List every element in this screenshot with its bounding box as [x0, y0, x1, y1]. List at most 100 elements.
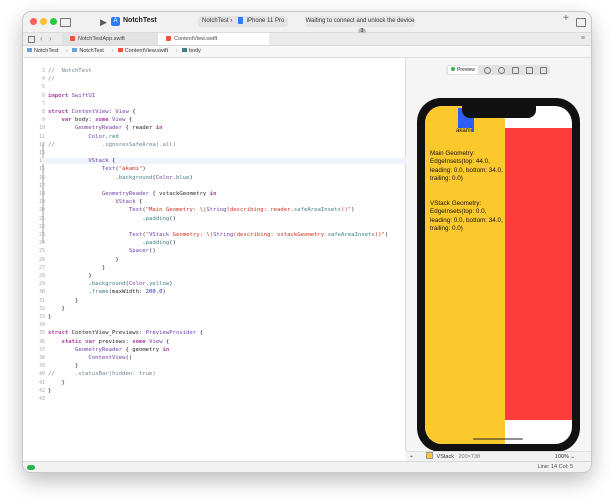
code-line[interactable]: GeometryReader { geometry in [48, 347, 169, 353]
code-line[interactable]: } [48, 388, 51, 394]
device-screen[interactable]: akami Main Geometry: EdgeInsets(top: 44.… [425, 106, 572, 444]
navigator-toggle-icon[interactable] [60, 18, 71, 27]
variants-icon[interactable] [498, 67, 505, 74]
code-line[interactable]: // [48, 76, 55, 82]
debug-area-toggle[interactable] [27, 465, 35, 470]
line-number: 40 [38, 371, 45, 378]
line-number: 11 [38, 133, 45, 140]
cursor-position: Line: 14 Col: 5 [537, 464, 573, 470]
scheme-name: NotchTest [202, 18, 229, 24]
code-line[interactable]: Text("akami") [48, 166, 146, 172]
selection-name: VStack [436, 454, 454, 460]
code-line[interactable]: .frame(maxWidth: 200.0) [48, 289, 165, 295]
code-line[interactable]: } [48, 306, 64, 312]
scheme-selector[interactable]: NotchTest › iPhone 11 Pro [198, 16, 289, 27]
title-bar: ▶ A NotchTest NotchTest › iPhone 11 Pro … [23, 12, 591, 35]
breadcrumb-symbol[interactable]: body [181, 48, 204, 54]
swift-file-icon [166, 36, 171, 41]
code-line[interactable]: } [48, 363, 78, 369]
add-icon[interactable]: + [563, 14, 569, 24]
related-items-icon[interactable] [28, 36, 35, 43]
line-number: 6 [41, 92, 45, 99]
code-line[interactable]: GeometryReader { reader in [48, 125, 163, 131]
close-window-button[interactable] [30, 18, 37, 25]
home-indicator [473, 438, 523, 440]
inspect-icon[interactable] [484, 67, 491, 74]
forward-icon[interactable]: › [49, 34, 52, 43]
zoom-window-button[interactable] [50, 18, 57, 25]
device-notch [462, 106, 536, 118]
code-line[interactable]: var body: some View { [48, 117, 132, 123]
swift-file-icon [117, 48, 123, 52]
code-line[interactable]: // NotchTest [48, 68, 92, 74]
line-number: 3 [41, 68, 45, 74]
code-line[interactable]: } [48, 298, 78, 304]
run-icon[interactable]: ▶ [100, 17, 107, 27]
code-line[interactable]: import SwiftUI [48, 93, 95, 99]
selection-size: 200×738 [458, 454, 481, 460]
code-line[interactable]: } [48, 314, 51, 320]
property-icon [181, 48, 187, 52]
code-line[interactable]: VStack { [48, 199, 142, 205]
code-line[interactable]: GeometryReader { vstackGeometry in [48, 191, 217, 197]
line-number: 39 [38, 363, 45, 370]
code-line[interactable]: struct ContentView: View { [48, 109, 136, 115]
code-line[interactable]: Color.red [48, 134, 118, 140]
breadcrumb-group[interactable]: NotchTest [72, 48, 106, 54]
source-editor[interactable]: 3// NotchTest 4//5 6 import SwiftUI 7 8 struct… [23, 58, 411, 451]
line-number: 38 [38, 355, 45, 361]
code-line[interactable]: .background(Color.blue) [48, 175, 193, 181]
xcode-window: ▶ A NotchTest NotchTest › iPhone 11 Pro … [23, 12, 591, 472]
line-number: 5 [41, 84, 45, 91]
line-number: 20 [38, 207, 45, 214]
code-line[interactable]: } [48, 265, 105, 271]
line-number: 9 [41, 117, 45, 124]
status-bar: Line: 14 Col: 5 [23, 461, 591, 472]
breadcrumb-file[interactable]: ContentView.swift [117, 48, 171, 54]
activity-status: Waiting to connect and unlock the device… [305, 16, 415, 35]
editor-options-icon[interactable]: ≡ [581, 35, 585, 42]
line-number: 23 [38, 232, 45, 238]
tab-notchtestapp[interactable]: NotchTestApp.swift [62, 33, 173, 45]
code-line[interactable]: } [48, 380, 64, 386]
app-name: NotchTest [123, 17, 157, 24]
preview-toolbar: Preview [446, 65, 550, 75]
minimize-window-button[interactable] [40, 18, 47, 25]
code-line[interactable]: .padding() [48, 240, 176, 246]
code-line[interactable]: Text("Main Geometry: \(String(describing… [48, 207, 355, 213]
orientation-icon[interactable] [526, 67, 533, 74]
code-line[interactable]: .padding() [48, 216, 176, 222]
code-line[interactable]: .background(Color.yellow) [48, 281, 172, 287]
code-line[interactable]: VStack { [42, 158, 411, 165]
code-line[interactable]: } [48, 257, 118, 263]
code-line[interactable]: // .statusBar(hidden: true) [48, 371, 156, 377]
device-name: iPhone 11 Pro [246, 18, 285, 24]
inspector-toggle-icon[interactable] [576, 18, 586, 27]
line-number: 16 [38, 174, 45, 181]
device-icon [238, 16, 244, 24]
line-number: 35 [38, 330, 45, 337]
code-line[interactable]: ContentView() [48, 355, 132, 361]
line-number: 21 [38, 215, 45, 222]
code-line[interactable]: Spacer() [48, 248, 156, 254]
code-line[interactable]: Text("VStack Geometry: \(String(describi… [48, 232, 388, 238]
vstack-geometry-text: VStack Geometry: EdgeInsets(top: 0.0, le… [430, 200, 503, 233]
line-number: 42 [38, 387, 45, 394]
folder-icon [72, 48, 78, 52]
line-number: 18 [38, 191, 45, 197]
line-number: 7 [41, 100, 45, 107]
code-line[interactable]: static var previews: some View { [48, 339, 169, 345]
tab-label: NotchTestApp.swift [78, 36, 125, 42]
preview-button[interactable]: Preview [448, 66, 478, 74]
line-number: 29 [38, 281, 45, 288]
code-line[interactable]: // .ignoresSafeArea(.all) [48, 142, 176, 148]
device-settings-icon[interactable] [512, 67, 519, 74]
tab-contentview[interactable]: ContentView.swift [158, 33, 269, 45]
device-frame: akami Main Geometry: EdgeInsets(top: 44.… [417, 98, 580, 452]
duplicate-icon[interactable] [540, 67, 547, 74]
breadcrumb-project[interactable]: NotchTest [27, 48, 61, 54]
line-number: 28 [38, 273, 45, 279]
code-line[interactable]: } [48, 273, 91, 279]
code-line[interactable]: struct ContentView_Previews: PreviewProv… [48, 330, 203, 336]
back-icon[interactable]: ‹ [40, 34, 43, 43]
